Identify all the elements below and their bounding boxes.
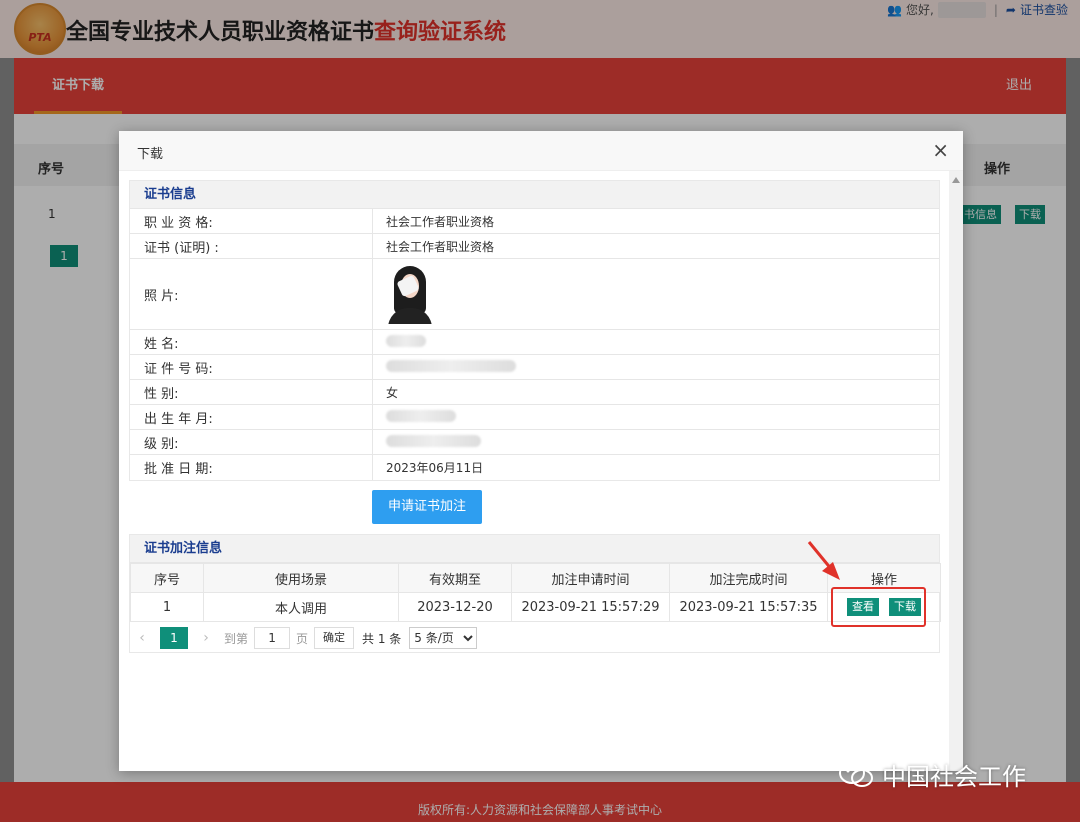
pager-current-page[interactable]: 1: [160, 627, 188, 649]
wechat-icon: [839, 761, 873, 787]
info-label: 批 准 日 期:: [130, 455, 373, 480]
cell-index: 1: [130, 592, 204, 622]
info-value-redacted: [373, 409, 456, 425]
pager-goto-label: 到第: [224, 631, 249, 646]
cell-scene: 本人调用: [203, 592, 399, 622]
annotation-heading: 证书加注信息: [130, 535, 939, 563]
annotation-table: 序号 使用场景 有效期至 加注申请时间 加注完成时间 操作 1 本人调用 202…: [130, 563, 941, 622]
info-row-photo: 照 片:: [130, 259, 939, 330]
col-completed-time: 加注完成时间: [669, 563, 828, 593]
next-page-icon[interactable]: ›: [194, 630, 218, 646]
cell-applied-time: 2023-09-21 15:57:29: [511, 592, 670, 622]
pager-page-label: 页: [296, 631, 309, 646]
download-modal: 下载 × 证书信息 职 业 资 格: 社会工作者职业资格 证书 (证明) : 社…: [119, 131, 963, 771]
scroll-up-arrow-icon[interactable]: [952, 177, 960, 183]
info-row-certificate: 证书 (证明) : 社会工作者职业资格: [130, 234, 939, 259]
highlight-box: [831, 587, 926, 627]
info-label: 照 片:: [130, 259, 373, 329]
close-icon[interactable]: ×: [932, 139, 949, 161]
info-label: 证 件 号 码:: [130, 355, 373, 379]
info-value: 2023年06月11日: [386, 461, 484, 475]
info-label: 级 别:: [130, 430, 373, 454]
cert-info-heading: 证书信息: [130, 181, 939, 209]
info-value-redacted: [373, 334, 426, 350]
info-value-redacted: [373, 434, 481, 450]
info-label: 姓 名:: [130, 330, 373, 354]
annotation-section: 证书加注信息 序号 使用场景 有效期至 加注申请时间 加注完成时间 操作 1 本…: [129, 534, 941, 653]
cell-completed-time: 2023-09-21 15:57:35: [669, 592, 828, 622]
info-row-id-number: 证 件 号 码:: [130, 355, 939, 380]
col-valid-until: 有效期至: [398, 563, 512, 593]
pager-confirm-button[interactable]: 确定: [314, 627, 355, 649]
modal-scrollbar[interactable]: [949, 171, 963, 771]
info-row-qualification: 职 业 资 格: 社会工作者职业资格: [130, 209, 939, 234]
cell-valid-until: 2023-12-20: [398, 592, 512, 622]
col-index: 序号: [130, 563, 204, 593]
info-label: 职 业 资 格:: [130, 209, 373, 233]
cert-info-section: 证书信息 职 业 资 格: 社会工作者职业资格 证书 (证明) : 社会工作者职…: [129, 180, 940, 481]
info-value: 女: [386, 385, 399, 400]
annotation-pager: ‹ 1 › 到第 1 页 确定 共 1 条 5 条/页: [130, 624, 941, 652]
watermark-text: 中国社会工作: [882, 763, 1026, 791]
modal-header: 下载 ×: [119, 131, 963, 171]
prev-page-icon[interactable]: ‹: [130, 630, 154, 646]
modal-title: 下载: [137, 147, 164, 162]
info-value-redacted: [373, 359, 516, 375]
annotation-table-header: 序号 使用场景 有效期至 加注申请时间 加注完成时间 操作: [130, 563, 941, 593]
info-label: 证书 (证明) :: [130, 234, 373, 258]
pager-goto-input[interactable]: 1: [254, 627, 291, 649]
info-value: 社会工作者职业资格: [386, 239, 495, 254]
info-value: 社会工作者职业资格: [386, 214, 495, 229]
table-row: 1 本人调用 2023-12-20 2023-09-21 15:57:29 20…: [130, 592, 941, 622]
pager-total: 共 1 条: [362, 631, 402, 646]
col-scene: 使用场景: [203, 563, 399, 593]
pager-size-select[interactable]: 5 条/页: [409, 627, 478, 649]
info-value: [373, 264, 434, 324]
watermark: 中国社会工作: [838, 757, 1026, 792]
info-row-approval-date: 批 准 日 期: 2023年06月11日: [130, 455, 939, 480]
info-label: 性 别:: [130, 380, 373, 404]
col-applied-time: 加注申请时间: [511, 563, 670, 593]
info-label: 出 生 年 月:: [130, 405, 373, 429]
id-photo: [386, 264, 434, 324]
info-row-name: 姓 名:: [130, 330, 939, 355]
info-row-gender: 性 别: 女: [130, 380, 939, 405]
info-row-birth: 出 生 年 月:: [130, 405, 939, 430]
info-row-level: 级 别:: [130, 430, 939, 455]
apply-annotation-button[interactable]: 申请证书加注: [372, 490, 482, 524]
